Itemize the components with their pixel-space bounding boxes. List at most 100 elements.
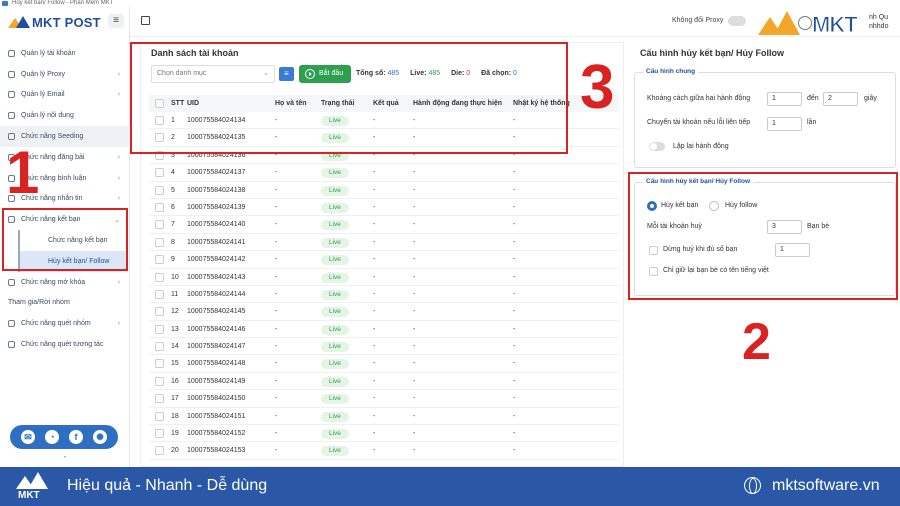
table-cell: - (373, 343, 376, 351)
row-checkbox[interactable] (155, 237, 164, 247)
sidebar-item-label: Quản lý Email (21, 91, 65, 99)
delay-to-label: đến (807, 95, 819, 102)
menu-toggle-icon[interactable]: ≡ (108, 14, 124, 28)
table-cell: 100075584024137 (187, 169, 246, 177)
table-row[interactable]: 7 100075584024140 - Live - - - (149, 216, 619, 234)
table-row[interactable]: 6 100075584024139 - Live - - - (149, 199, 619, 217)
table-row[interactable]: 9 100075584024142 - Live - - - (149, 251, 619, 269)
group-icon (8, 320, 15, 328)
row-checkbox[interactable] (155, 359, 164, 369)
delay-from-input[interactable]: 1 (767, 92, 802, 106)
table-row[interactable]: 14 100075584024147 - Live - - - (149, 338, 619, 356)
row-checkbox[interactable] (155, 289, 164, 299)
sidebar-item[interactable]: Chức năng quét tương tác (0, 334, 130, 355)
table-row[interactable]: 8 100075584024141 - Live - - - (149, 234, 619, 252)
table-cell: 100075584024153 (187, 447, 246, 455)
collapse-icon[interactable]: ⌃ (58, 455, 72, 465)
sidebar-item[interactable]: Quản lý tài khoản (0, 43, 130, 64)
sidebar-item[interactable]: Quản lý Email › (0, 85, 130, 106)
table-row[interactable]: 15 100075584024148 - Live - - - (149, 355, 619, 373)
annotation-box-1 (2, 208, 128, 271)
table-cell: 6 (171, 203, 175, 211)
table-cell: 19 (171, 430, 179, 438)
table-row[interactable]: 5 100075584024138 - Live - - - (149, 182, 619, 199)
sidebar-item[interactable]: Chức năng mở khóa › (0, 272, 130, 293)
table-cell: Live (321, 355, 349, 372)
chat-bubble-icon[interactable]: ✉ (21, 430, 35, 444)
table-cell: - (373, 325, 376, 333)
switch-account-input[interactable]: 1 (767, 117, 802, 131)
delay-unit: giây (864, 95, 877, 102)
table-row[interactable]: 19 100075584024152 - Live - - - (149, 425, 619, 443)
annotation-box-2 (628, 172, 898, 300)
table-row[interactable]: 13 100075584024146 - Live - - - (149, 321, 619, 339)
row-checkbox[interactable] (155, 307, 164, 317)
table-cell: - (413, 308, 416, 316)
row-checkbox[interactable] (155, 272, 164, 282)
table-cell: - (513, 238, 516, 246)
status-badge: Live (321, 220, 349, 231)
table-cell: 100075584024144 (187, 290, 246, 298)
table-row[interactable]: 10 100075584024143 - Live - - - (149, 269, 619, 286)
table-cell: Live (321, 321, 349, 338)
row-checkbox[interactable] (155, 185, 164, 195)
table-row[interactable]: 16 100075584024149 - Live - - - (149, 373, 619, 391)
facebook-icon[interactable]: f (69, 430, 83, 444)
table-cell: 12 (171, 308, 179, 316)
table-row[interactable]: 17 100075584024150 - Live - - - (149, 390, 619, 408)
sidebar-item[interactable]: Chức năng quét nhóm › (0, 313, 130, 334)
table-row[interactable]: 11 100075584024144 - Live - - - (149, 286, 619, 304)
table-cell: - (275, 238, 278, 246)
table-row[interactable]: 20 100075584024153 - Live - - - (149, 442, 619, 460)
row-checkbox[interactable] (155, 168, 164, 178)
logo: MKT POST (8, 14, 101, 30)
row-checkbox[interactable] (155, 220, 164, 230)
sidebar-item[interactable]: Quản lý nội dung (0, 105, 130, 126)
row-checkbox[interactable] (155, 376, 164, 386)
user-avatar[interactable] (798, 16, 812, 30)
table-cell: 100075584024152 (187, 430, 246, 438)
table-cell: - (373, 447, 376, 455)
table-cell: - (275, 290, 278, 298)
row-checkbox[interactable] (155, 255, 164, 265)
repeat-toggle[interactable] (649, 142, 665, 151)
status-badge: Live (321, 272, 349, 283)
proxy-toggle[interactable] (728, 16, 746, 26)
delay-to-input[interactable]: 2 (823, 92, 858, 106)
table-cell: Live (321, 251, 349, 268)
sidebar-item[interactable]: Quản lý Proxy › (0, 64, 130, 85)
layout-icon[interactable] (141, 16, 150, 25)
table-cell: Live (321, 408, 349, 425)
table-cell: 10 (171, 273, 179, 281)
row-checkbox[interactable] (155, 202, 164, 212)
status-badge: Live (321, 185, 349, 196)
row-checkbox[interactable] (155, 342, 164, 352)
row-checkbox[interactable] (155, 324, 164, 334)
window-title: Hủy kết bạn/ Follow - Phần Mềm MKT (12, 0, 114, 6)
scan-icon (8, 341, 15, 349)
footer-website[interactable]: mktsoftware.vn (772, 477, 880, 495)
logo-mark-icon (8, 16, 30, 28)
row-checkbox[interactable] (155, 429, 164, 439)
table-cell: - (513, 308, 516, 316)
table-cell: - (413, 360, 416, 368)
chevron-icon: › (117, 278, 120, 286)
table-row[interactable]: 4 100075584024137 - Live - - - (149, 164, 619, 182)
sidebar-item-join-group[interactable]: Tham gia/Rời nhóm (0, 293, 130, 314)
table-cell: - (413, 203, 416, 211)
globe-icon[interactable]: ✺ (93, 430, 107, 444)
table-cell: 100075584024150 (187, 395, 246, 403)
globe-icon (744, 477, 761, 494)
table-row[interactable]: 18 100075584024151 - Live - - - (149, 408, 619, 426)
row-checkbox[interactable] (155, 446, 164, 456)
row-checkbox[interactable] (155, 411, 164, 421)
status-badge: Live (321, 429, 349, 440)
table-cell: Live (321, 286, 349, 303)
table-row[interactable]: 12 100075584024145 - Live - - - (149, 303, 619, 321)
row-checkbox[interactable] (155, 394, 164, 404)
chevron-icon: › (117, 70, 120, 78)
table-cell: 100075584024145 (187, 308, 246, 316)
messenger-icon[interactable]: ◔ (45, 430, 59, 444)
annotation-number-1: 1 (6, 139, 40, 206)
social-bar: ✉ ◔ f ✺ (10, 425, 118, 449)
